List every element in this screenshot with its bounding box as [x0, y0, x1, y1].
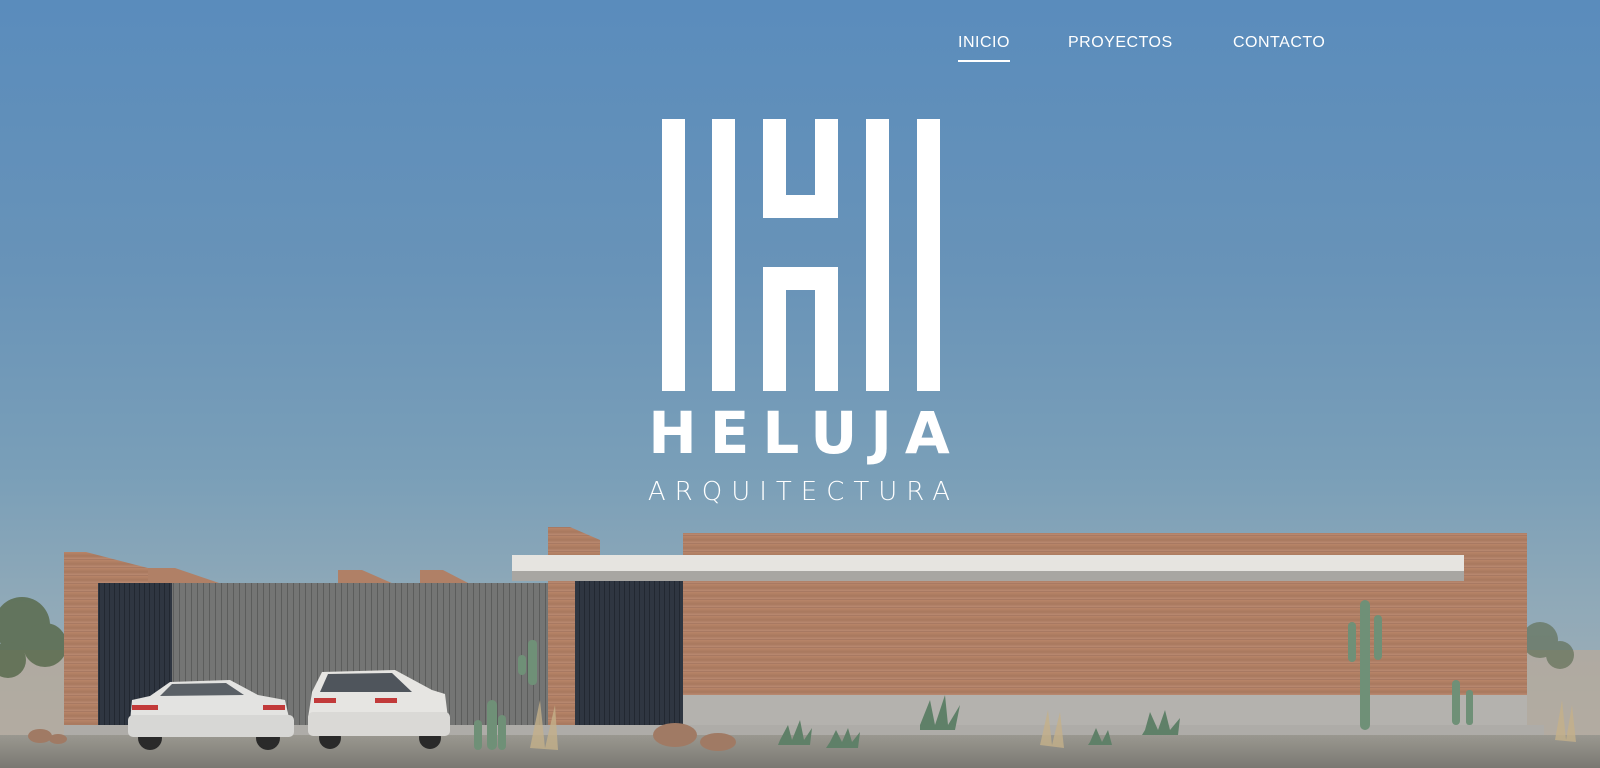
- brand-name: HELUJA: [648, 399, 963, 467]
- hero-section: INICIO PROYECTOS CONTACTO HELUJA ARQUITE…: [0, 0, 1600, 768]
- brand-subtitle: ARQUITECTURA: [647, 477, 960, 507]
- nav-link-inicio[interactable]: INICIO: [958, 33, 1010, 62]
- heluja-logo-mark-icon: [662, 119, 940, 391]
- nav-link-contacto[interactable]: CONTACTO: [1233, 33, 1325, 53]
- nav-link-proyectos[interactable]: PROYECTOS: [1068, 33, 1173, 53]
